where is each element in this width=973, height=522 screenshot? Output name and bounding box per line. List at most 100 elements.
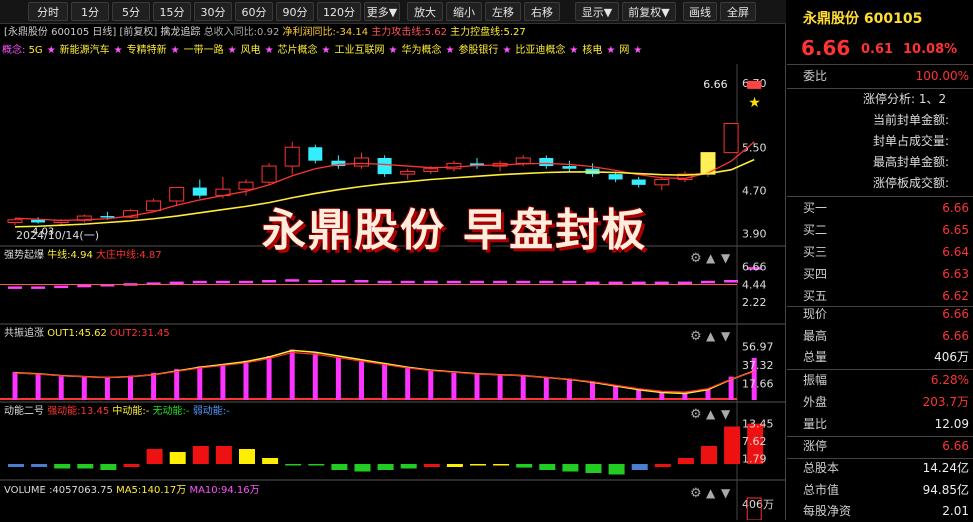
concept-tag[interactable]: 新能源汽车: [60, 45, 110, 56]
panel1-field2: 大庄中线:4.87: [96, 250, 162, 261]
toolbar-button-14[interactable]: 前复权▼: [622, 2, 676, 21]
panel1-name[interactable]: 强势起爆: [4, 250, 44, 261]
panel3-bar: [123, 464, 140, 467]
divider: [787, 88, 973, 89]
toolbar-button-5[interactable]: 60分: [235, 2, 273, 21]
panel1-bar: [608, 281, 623, 285]
panel3-bar: [192, 446, 209, 464]
panel3-bar: [54, 464, 71, 469]
concept-tag[interactable]: 网: [619, 45, 629, 56]
stock-header: [永鼎股份 600105 日线] [前复权]: [4, 27, 161, 38]
panel1-bar: [539, 280, 554, 284]
chevron-up-icon: ▲: [706, 407, 716, 421]
panel2-bar: [81, 377, 87, 400]
panel1-bar: [724, 280, 739, 283]
stat-label: 涨停: [803, 439, 828, 453]
star-icon: ★: [748, 95, 761, 111]
concept-tag[interactable]: 工业互联网: [335, 45, 385, 56]
price-tick: 5.50: [742, 141, 767, 154]
stat-value: 94.85亿: [922, 483, 969, 497]
panel1-bar: [262, 280, 277, 283]
panel3-bar: [146, 449, 163, 464]
zt-line: 封单占成交量:: [873, 134, 950, 148]
toolbar-button-16[interactable]: 全屏: [720, 2, 756, 21]
panel3-bar: [377, 464, 394, 470]
concept-tag[interactable]: 专精特新: [127, 45, 167, 56]
panel2-bar: [289, 349, 295, 400]
panel4-field3: MA10:94.16万: [189, 485, 260, 496]
kline-chart-area[interactable]: 6.705.504.703.90★6.664.036.664.442.2256.…: [0, 24, 786, 520]
price-tick: 4.70: [742, 184, 767, 197]
toolbar-button-0[interactable]: 分时: [28, 2, 68, 21]
panel2-bar: [659, 392, 665, 400]
toolbar-button-1[interactable]: 1分: [71, 2, 109, 21]
stat-label: 每股净资: [803, 504, 852, 518]
concept-tag[interactable]: 芯片概念: [278, 45, 318, 56]
concept-row: 概念: 5G ★ 新能源汽车 ★ 专精特新 ★ 一带一路 ★ 风电 ★ 芯片概念 ★ 工业互联网 ★ 华为概…: [2, 43, 646, 59]
toolbar-button-10[interactable]: 缩小: [446, 2, 482, 21]
toolbar-button-13[interactable]: 显示▼: [575, 2, 619, 21]
stat-row: 总量 406万: [787, 347, 973, 368]
panel3-bar: [8, 464, 24, 467]
indicator-name[interactable]: 擒龙追踪: [161, 27, 201, 38]
panel4-name[interactable]: VOLUME: [4, 485, 46, 496]
toolbar-button-4[interactable]: 30分: [194, 2, 232, 21]
toolbar-button-11[interactable]: 左移: [485, 2, 521, 21]
panel1-bar: [423, 280, 438, 284]
star-icon: ★: [502, 45, 512, 56]
panel1-bar: [308, 280, 323, 283]
concept-tag[interactable]: 核电: [582, 45, 602, 56]
chevron-up-icon: ▲: [706, 486, 716, 500]
stat-label: 总市值: [803, 483, 840, 497]
toolbar-button-15[interactable]: 画线: [683, 2, 717, 21]
concept-tag[interactable]: 华为概念: [401, 45, 441, 56]
toolbar-button-9[interactable]: 放大: [407, 2, 443, 21]
panel3-bar: [169, 452, 186, 464]
toolbar-button-3[interactable]: 15分: [153, 2, 191, 21]
stat-row: 每股净资 2.01: [787, 501, 973, 522]
panel2-bar: [128, 375, 133, 400]
panel3-tick: 7.62: [742, 435, 767, 448]
star-icon: ★: [569, 45, 579, 56]
panel1-bar: [654, 281, 669, 285]
concept-tag[interactable]: 比亚迪概念: [515, 45, 565, 56]
panel3-bar: [285, 464, 302, 466]
bid-row: 买二 6.65: [787, 220, 973, 241]
stat-label: 外盘: [803, 395, 828, 409]
divider: [787, 64, 973, 65]
panel3-bar: [100, 464, 117, 470]
toolbar-button-12[interactable]: 右移: [524, 2, 560, 21]
bid-label: 买三: [803, 245, 828, 259]
panel2-tick: 37.32: [742, 359, 774, 372]
panel3-bar: [701, 446, 717, 464]
toolbar-button-2[interactable]: 5分: [112, 2, 150, 21]
panel1-bar: [215, 280, 230, 284]
concept-tag[interactable]: 参股银行: [458, 45, 498, 56]
panel3-bar: [608, 464, 625, 475]
panel2-name[interactable]: 共振追涨: [4, 328, 44, 339]
star-icon: ★: [606, 45, 616, 56]
panel3-name[interactable]: 动能二号: [4, 406, 44, 417]
panel2-tick: 17.66: [742, 377, 774, 390]
toolbar-button-8[interactable]: 更多▼: [364, 2, 400, 21]
panel2-bar: [428, 371, 434, 400]
concept-tag[interactable]: 5G: [29, 45, 43, 56]
toolbar-button-7[interactable]: 120分: [317, 2, 361, 21]
panel2-bar: [590, 381, 595, 400]
panel3-bar: [423, 464, 440, 467]
panel3-bar: [239, 449, 255, 464]
panel2-bar: [474, 373, 480, 400]
toolbar-button-6[interactable]: 90分: [276, 2, 314, 21]
gear-icon: ⚙: [690, 407, 702, 422]
panel2-bar: [174, 369, 180, 400]
price-tick: 3.90: [742, 227, 767, 240]
stat-value: 406万: [934, 350, 969, 364]
concept-tag[interactable]: 一带一路: [184, 45, 224, 56]
panel2-bar: [58, 376, 64, 400]
panel3-bar: [446, 464, 463, 467]
panel1-header: 强势起爆 牛线:4.94 大庄中线:4.87: [4, 248, 162, 264]
zt-line: 涨停板成交额:: [873, 176, 950, 190]
star-icon: ★: [388, 45, 398, 56]
panel1-bar: [631, 281, 646, 285]
concept-tag[interactable]: 风电: [241, 45, 261, 56]
